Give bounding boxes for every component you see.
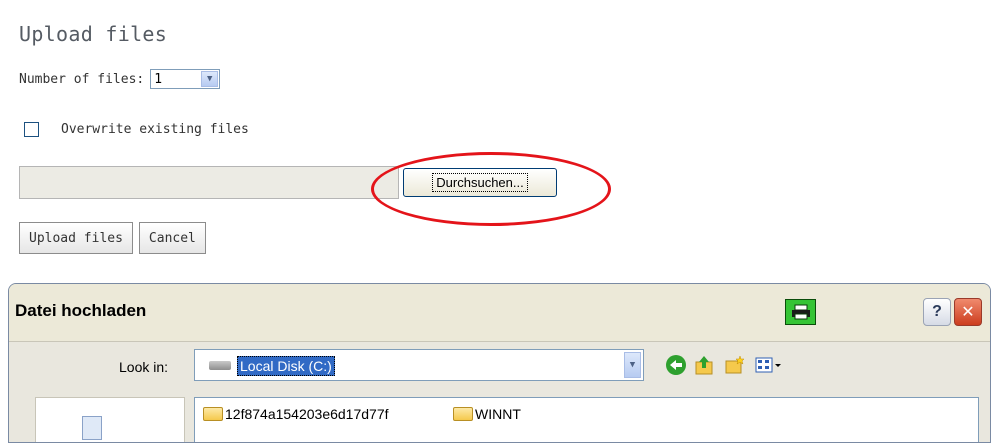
back-icon[interactable]	[666, 355, 686, 375]
overwrite-checkbox[interactable]	[24, 121, 39, 137]
dropdown-arrow-icon[interactable]: ▼	[201, 71, 219, 87]
dialog-titlebar[interactable]: Datei hochladen ? ✕	[9, 284, 990, 342]
upload-page: Upload files Number of files: 1 ▼ Overwr…	[0, 0, 1001, 443]
look-in-dropdown[interactable]: Local Disk (C:) ▼	[194, 349, 644, 381]
close-icon[interactable]: ✕	[954, 298, 982, 326]
upload-files-button[interactable]: Upload files	[19, 222, 133, 254]
cancel-button[interactable]: Cancel	[138, 222, 206, 254]
list-item[interactable]: WINNT	[453, 406, 521, 422]
list-item[interactable]: 12f874a154203e6d17d77f	[203, 406, 389, 422]
disk-drive-icon	[209, 361, 231, 370]
document-icon[interactable]	[82, 416, 102, 440]
browse-button[interactable]: Durchsuchen...	[403, 168, 557, 197]
overwrite-label[interactable]: Overwrite existing files	[61, 122, 249, 137]
number-of-files-select[interactable]: 1 ▼	[150, 69, 221, 89]
browse-button-label: Durchsuchen...	[432, 173, 528, 192]
view-menu-icon[interactable]	[755, 355, 783, 375]
page-title: Upload files	[19, 22, 168, 46]
number-of-files-value: 1	[154, 72, 163, 87]
form-actions: Upload files Cancel	[19, 222, 206, 254]
file-path-input[interactable]	[19, 166, 399, 199]
up-folder-icon[interactable]	[695, 355, 713, 375]
number-of-files-label: Number of files:	[19, 71, 145, 87]
printer-icon[interactable]	[785, 299, 816, 325]
dropdown-arrow-icon[interactable]: ▼	[624, 352, 641, 378]
dialog-title: Datei hochladen	[15, 301, 147, 320]
file-name: WINNT	[475, 406, 521, 422]
file-upload-dialog: Datei hochladen ? ✕ Look in: Local Disk …	[8, 283, 991, 443]
file-list: 12f874a154203e6d17d77f WINNT	[194, 397, 979, 442]
folder-icon	[203, 407, 223, 421]
look-in-value: Local Disk (C:)	[237, 356, 335, 376]
new-folder-icon[interactable]	[725, 355, 745, 375]
folder-icon	[453, 407, 473, 421]
overwrite-row: Overwrite existing files	[24, 120, 249, 138]
help-icon[interactable]: ?	[923, 298, 951, 326]
look-in-label: Look in:	[119, 359, 169, 375]
file-name: 12f874a154203e6d17d77f	[225, 406, 389, 422]
number-of-files-row: Number of files: 1 ▼	[19, 68, 221, 90]
places-bar	[35, 397, 185, 442]
